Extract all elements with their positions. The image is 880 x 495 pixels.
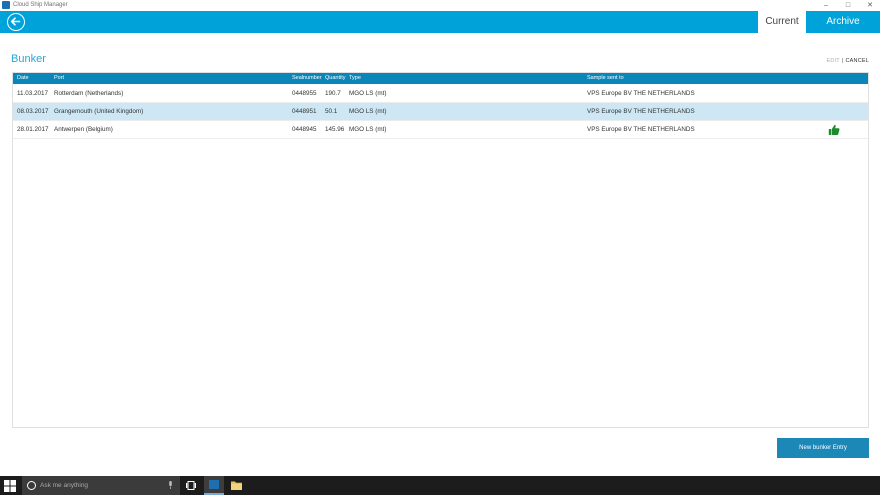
cell-port: Rotterdam (Netherlands): [54, 90, 124, 97]
maximize-button[interactable]: □: [840, 0, 856, 11]
cell-date: 28.01.2017: [17, 126, 49, 133]
cortana-circle-icon: [27, 481, 36, 490]
cell-sealnumber: 0448945: [292, 126, 317, 133]
minimize-button[interactable]: –: [818, 0, 834, 11]
close-button[interactable]: ✕: [862, 0, 878, 11]
task-view-icon[interactable]: [186, 481, 196, 490]
cell-type: MGO LS (mt): [349, 108, 387, 115]
windows-start-icon[interactable]: [4, 480, 16, 492]
taskbar-search-input[interactable]: Ask me anything: [22, 476, 180, 495]
search-placeholder: Ask me anything: [40, 482, 89, 489]
column-header-sealnumber[interactable]: Sealnumber: [292, 73, 322, 84]
app-icon: [2, 1, 10, 9]
taskbar: Ask me anything: [0, 476, 880, 495]
edit-actions: EDIT | CANCEL: [827, 58, 869, 64]
tab-archive[interactable]: Archive: [806, 11, 880, 33]
cell-sample: VPS Europe BV THE NETHERLANDS: [587, 90, 695, 97]
column-header-date[interactable]: Date: [17, 73, 29, 84]
cell-port: Grangemouth (United Kingdom): [54, 108, 144, 115]
new-bunker-entry-button[interactable]: New bunker Entry: [777, 438, 869, 458]
cell-quantity: 50.1: [325, 108, 338, 115]
cell-quantity: 190.7: [325, 90, 341, 97]
cell-sample: VPS Europe BV THE NETHERLANDS: [587, 108, 695, 115]
file-explorer-icon[interactable]: [231, 480, 242, 490]
microphone-icon[interactable]: [168, 481, 173, 489]
column-header-type[interactable]: Type: [349, 73, 361, 84]
taskbar-app-cloud-ship-manager[interactable]: [204, 476, 224, 495]
tab-current[interactable]: Current: [758, 11, 806, 33]
back-arrow-icon: [10, 17, 21, 26]
cell-quantity: 145.96: [325, 126, 345, 133]
cancel-link[interactable]: CANCEL: [845, 58, 869, 64]
app-header: Current Archive: [0, 11, 880, 33]
table-row[interactable]: 28.01.2017 Antwerpen (Belgium) 0448945 1…: [13, 121, 868, 139]
thumbs-up-icon: [828, 124, 840, 135]
title-bar: Cloud Ship Manager – □ ✕: [0, 0, 880, 11]
window-title: Cloud Ship Manager: [13, 2, 68, 8]
cell-date: 11.03.2017: [17, 90, 49, 97]
page-title: Bunker: [11, 53, 46, 65]
app-icon: [209, 480, 219, 489]
cell-type: MGO LS (mt): [349, 126, 387, 133]
cell-sealnumber: 0448955: [292, 90, 317, 97]
edit-link[interactable]: EDIT: [827, 58, 840, 64]
column-header-quantity[interactable]: Quantity: [325, 73, 345, 84]
column-header-sample[interactable]: Sample sent to: [587, 73, 624, 84]
column-header-port[interactable]: Port: [54, 73, 64, 84]
table-header: Date Port Sealnumber Quantity Type Sampl…: [13, 73, 868, 84]
table-row[interactable]: 11.03.2017 Rotterdam (Netherlands) 04489…: [13, 85, 868, 103]
app-window: Cloud Ship Manager – □ ✕ Current Archive…: [0, 0, 880, 495]
cell-sample: VPS Europe BV THE NETHERLANDS: [587, 126, 695, 133]
bunker-table: Date Port Sealnumber Quantity Type Sampl…: [12, 72, 869, 428]
table-row-selected[interactable]: 08.03.2017 Grangemouth (United Kingdom) …: [13, 103, 868, 121]
cell-port: Antwerpen (Belgium): [54, 126, 113, 133]
back-button[interactable]: [7, 13, 25, 31]
cell-sealnumber: 0448951: [292, 108, 317, 115]
cell-date: 08.03.2017: [17, 108, 49, 115]
cell-type: MGO LS (mt): [349, 90, 387, 97]
